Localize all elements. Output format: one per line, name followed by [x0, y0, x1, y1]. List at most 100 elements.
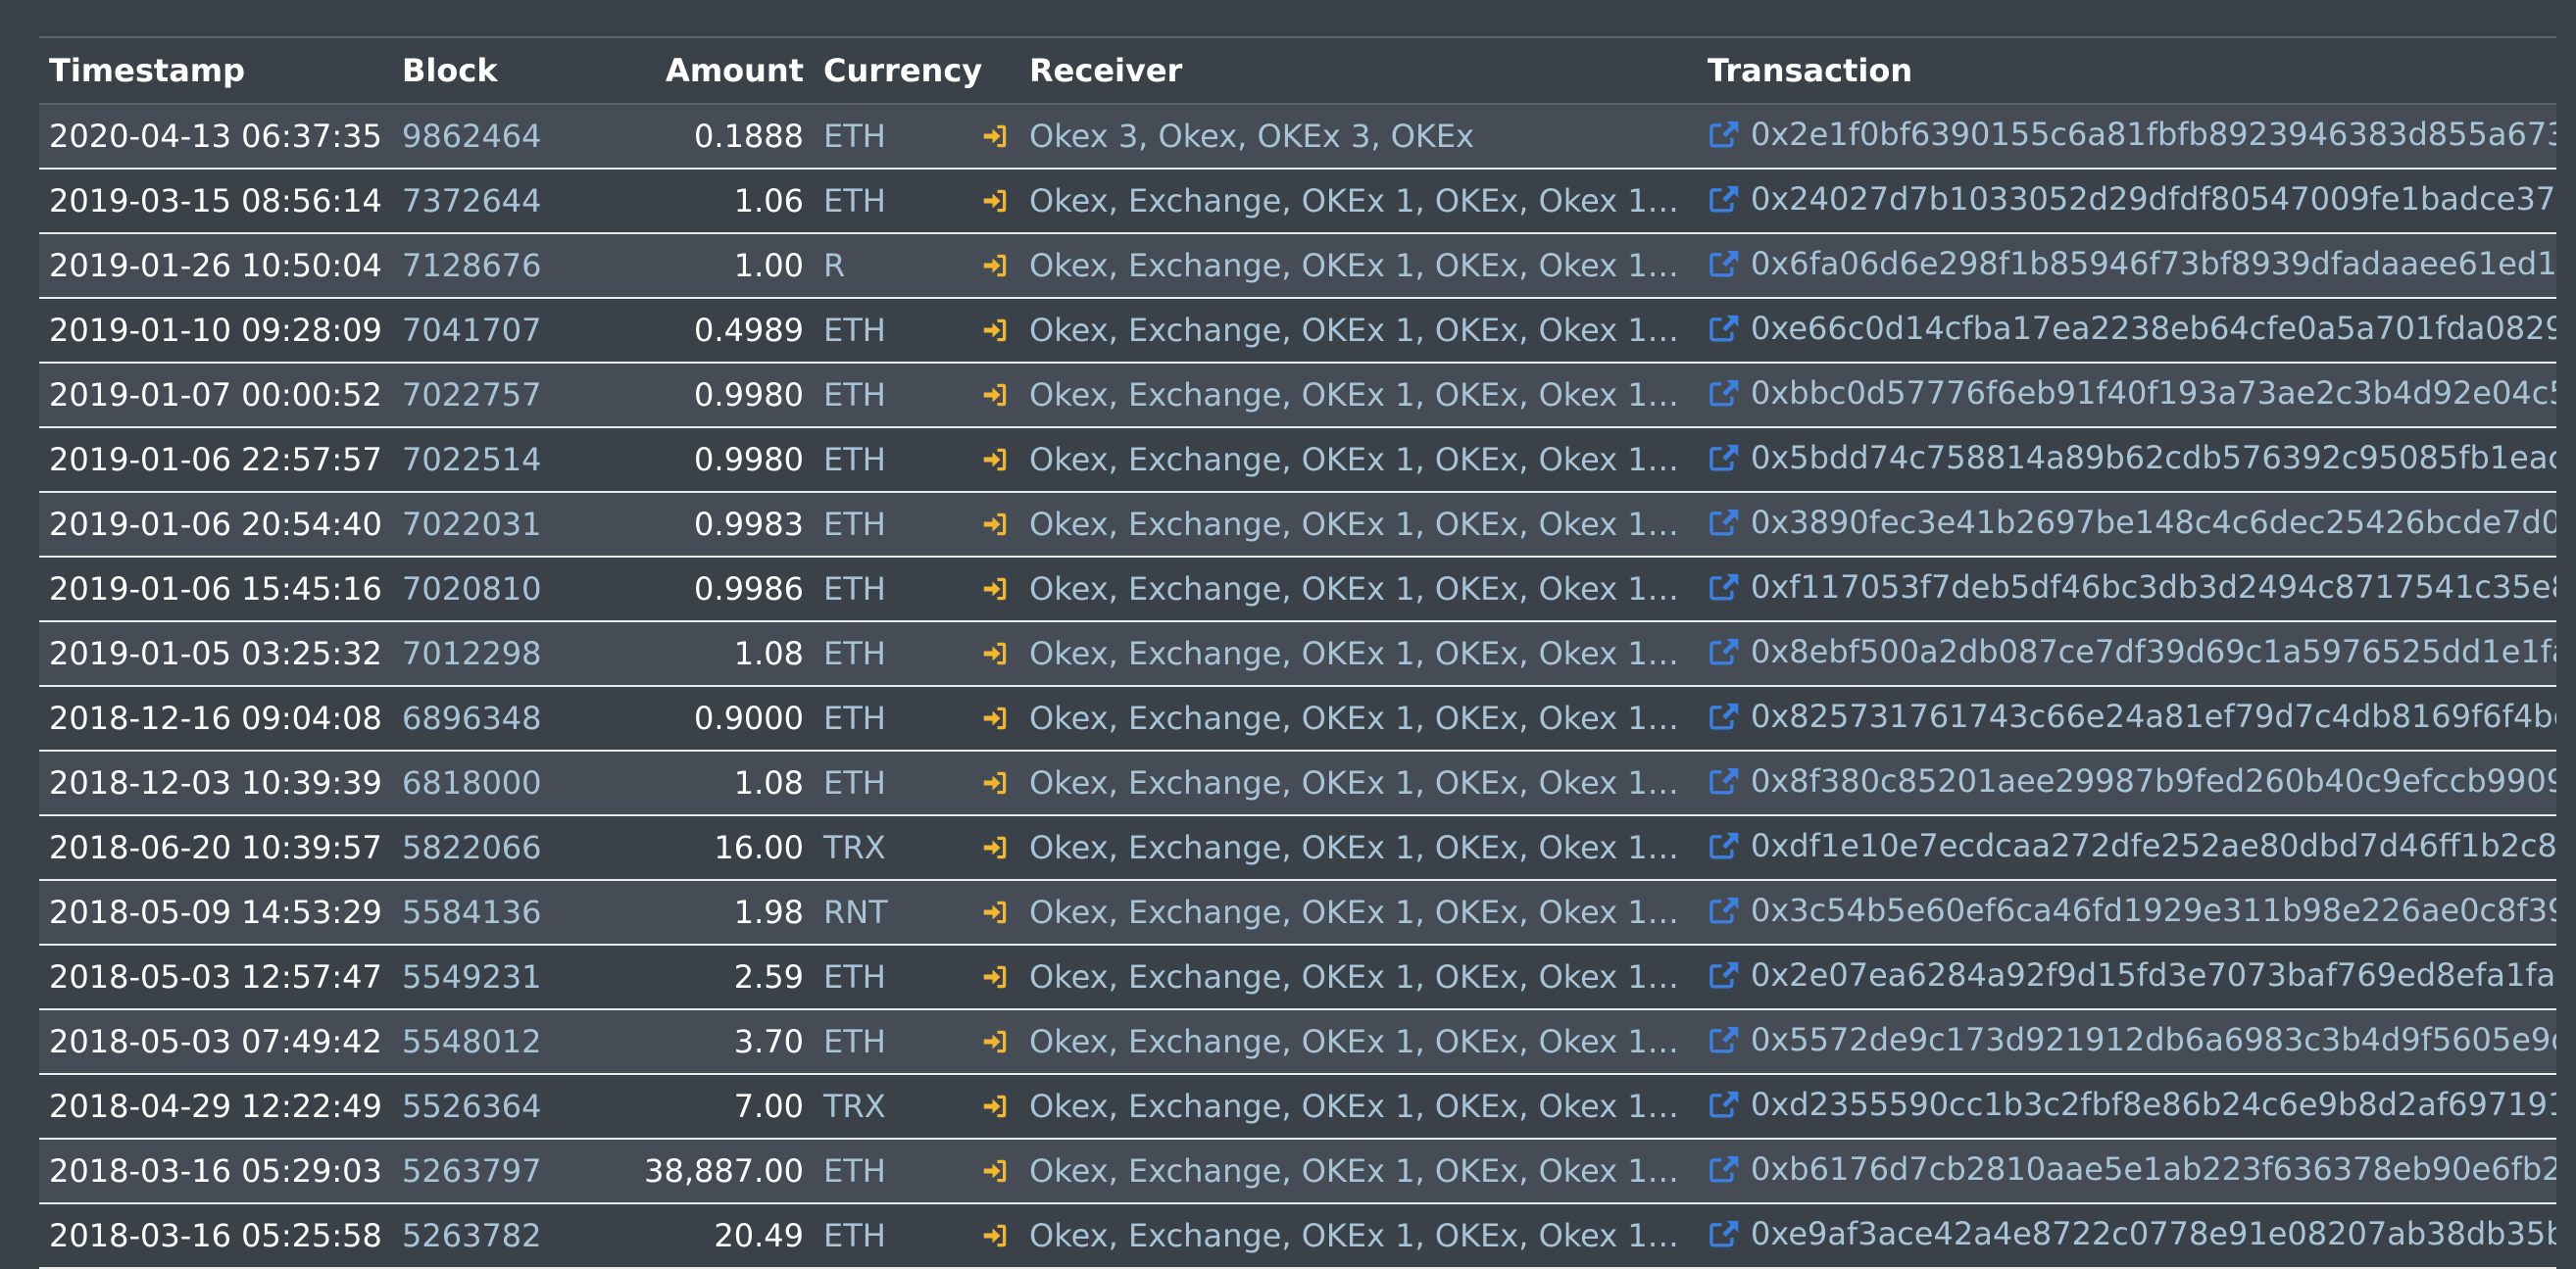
external-link-icon-wrap[interactable]	[1708, 959, 1741, 991]
block-link[interactable]: 5526364	[402, 1088, 542, 1125]
currency-cell[interactable]: ETH	[814, 1009, 970, 1075]
receiver-cell[interactable]: Okex, Exchange, OKEx 1, OKEx, Okex 1, De…	[1019, 557, 1698, 622]
transaction-cell[interactable]: 0x3c54b5e60ef6ca46fd1929e311b98e226ae0c8…	[1698, 880, 2556, 946]
currency-cell[interactable]: ETH	[814, 492, 970, 558]
column-header-amount[interactable]: Amount	[598, 36, 814, 105]
column-header-currency[interactable]: Currency	[814, 36, 982, 105]
transaction-hash[interactable]: 0x6fa06d6e298f1b85946f73bf8939dfadaaee61…	[1751, 245, 2556, 282]
currency-cell[interactable]: ETH	[814, 1203, 970, 1269]
receiver-cell[interactable]: Okex 3, Okex, OKEx 3, OKEx	[1019, 104, 1698, 170]
transaction-cell[interactable]: 0xe66c0d14cfba17ea2238eb64cfe0a5a701fda0…	[1698, 298, 2556, 364]
transaction-hash[interactable]: 0xe9af3ace42a4e8722c0778e91e08207ab38db3…	[1751, 1215, 2556, 1252]
external-link-icon-wrap[interactable]	[1708, 830, 1741, 861]
currency-cell[interactable]: ETH	[814, 1139, 970, 1204]
receiver-cell[interactable]: Okex, Exchange, OKEx 1, OKEx, Okex 1, De…	[1019, 1139, 1698, 1204]
receiver-cell[interactable]: Okex, Exchange, OKEx 1, OKEx, Okex 1, De…	[1019, 686, 1698, 752]
external-link-icon-wrap[interactable]	[1708, 1024, 1741, 1055]
block-link[interactable]: 5263797	[402, 1152, 542, 1190]
block-link[interactable]: 7128676	[402, 247, 542, 284]
block-link[interactable]: 5263782	[402, 1217, 542, 1254]
currency-cell[interactable]: TRX	[814, 1074, 970, 1140]
receiver-cell[interactable]: Okex, Exchange, OKEx 1, OKEx, Okex 1, De…	[1019, 945, 1698, 1010]
external-link-icon-wrap[interactable]	[1708, 507, 1741, 538]
block-link[interactable]: 6818000	[402, 764, 542, 802]
receiver-cell[interactable]: Okex, Exchange, OKEx 1, OKEx, Okex 1, De…	[1019, 880, 1698, 946]
receiver-cell[interactable]: Okex, Exchange, OKEx 1, OKEx, Okex 1, De…	[1019, 233, 1698, 299]
transaction-hash[interactable]: 0x8f380c85201aee29987b9fed260b40c9efccb9…	[1751, 762, 2556, 800]
column-header-receiver[interactable]: Receiver	[1019, 36, 1698, 105]
transaction-hash[interactable]: 0x5572de9c173d921912db6a6983c3b4d9f5605e…	[1751, 1021, 2556, 1058]
block-link[interactable]: 5584136	[402, 894, 542, 931]
external-link-icon-wrap[interactable]	[1708, 895, 1741, 926]
transaction-hash[interactable]: 0x3c54b5e60ef6ca46fd1929e311b98e226ae0c8…	[1751, 892, 2556, 929]
column-header-transaction[interactable]: Transaction	[1698, 36, 2556, 105]
transaction-cell[interactable]: 0x6fa06d6e298f1b85946f73bf8939dfadaaee61…	[1698, 233, 2556, 299]
currency-cell[interactable]: ETH	[814, 621, 970, 687]
external-link-icon-wrap[interactable]	[1708, 1089, 1741, 1120]
column-header-block[interactable]: Block	[392, 36, 598, 105]
block-link[interactable]: 6896348	[402, 700, 542, 737]
transaction-hash[interactable]: 0xbbc0d57776f6eb91f40f193a73ae2c3b4d92e0…	[1751, 374, 2556, 412]
block-link[interactable]: 7041707	[402, 312, 542, 349]
currency-cell[interactable]: ETH	[814, 104, 970, 170]
external-link-icon-wrap[interactable]	[1708, 377, 1741, 409]
transaction-cell[interactable]: 0xd2355590cc1b3c2fbf8e86b24c6e9b8d2af697…	[1698, 1074, 2556, 1140]
receiver-cell[interactable]: Okex, Exchange, OKEx 1, OKEx, Okex 1, De…	[1019, 363, 1698, 428]
external-link-icon-wrap[interactable]	[1708, 571, 1741, 603]
receiver-cell[interactable]: Okex, Exchange, OKEx 1, OKEx, Okex 1, De…	[1019, 298, 1698, 364]
external-link-icon-wrap[interactable]	[1708, 248, 1741, 279]
transaction-hash[interactable]: 0x2e07ea6284a92f9d15fd3e7073baf769ed8efa…	[1751, 956, 2556, 994]
receiver-cell[interactable]: Okex, Exchange, OKEx 1, OKEx, Okex 1, De…	[1019, 751, 1698, 816]
currency-cell[interactable]: ETH	[814, 363, 970, 428]
transaction-cell[interactable]: 0x8ebf500a2db087ce7df39d69c1a5976525dd1e…	[1698, 621, 2556, 687]
external-link-icon-wrap[interactable]	[1708, 119, 1741, 150]
currency-cell[interactable]: ETH	[814, 686, 970, 752]
receiver-cell[interactable]: Okex, Exchange, OKEx 1, OKEx, Okex 1, De…	[1019, 1074, 1698, 1140]
block-link[interactable]: 9862464	[402, 118, 542, 155]
currency-cell[interactable]: ETH	[814, 557, 970, 622]
transaction-cell[interactable]: 0x3890fec3e41b2697be148c4c6dec25426bcde7…	[1698, 492, 2556, 558]
transaction-cell[interactable]: 0xe9af3ace42a4e8722c0778e91e08207ab38db3…	[1698, 1203, 2556, 1269]
transaction-hash[interactable]: 0x3890fec3e41b2697be148c4c6dec25426bcde7…	[1751, 504, 2556, 541]
transaction-cell[interactable]: 0x2e1f0bf6390155c6a81fbfb8923946383d855a…	[1698, 104, 2556, 170]
transaction-cell[interactable]: 0x2e07ea6284a92f9d15fd3e7073baf769ed8efa…	[1698, 945, 2556, 1010]
transaction-hash[interactable]: 0xf117053f7deb5df46bc3db3d2494c8717541c3…	[1751, 568, 2556, 606]
transaction-cell[interactable]: 0x8f380c85201aee29987b9fed260b40c9efccb9…	[1698, 751, 2556, 816]
external-link-icon-wrap[interactable]	[1708, 636, 1741, 667]
transaction-cell[interactable]: 0xbbc0d57776f6eb91f40f193a73ae2c3b4d92e0…	[1698, 363, 2556, 428]
receiver-cell[interactable]: Okex, Exchange, OKEx 1, OKEx, Okex 1, De…	[1019, 427, 1698, 493]
transaction-hash[interactable]: 0xd2355590cc1b3c2fbf8e86b24c6e9b8d2af697…	[1751, 1086, 2556, 1123]
transaction-hash[interactable]: 0x24027d7b1033052d29dfdf80547009fe1badce…	[1751, 180, 2556, 218]
external-link-icon-wrap[interactable]	[1708, 1153, 1741, 1185]
receiver-cell[interactable]: Okex, Exchange, OKEx 1, OKEx, Okex 1, De…	[1019, 815, 1698, 881]
block-link[interactable]: 5548012	[402, 1023, 542, 1060]
currency-cell[interactable]: ETH	[814, 427, 970, 493]
transaction-cell[interactable]: 0xdf1e10e7ecdcaa272dfe252ae80dbd7d46ff1b…	[1698, 815, 2556, 881]
currency-cell[interactable]: ETH	[814, 298, 970, 364]
currency-cell[interactable]: TRX	[814, 815, 970, 881]
receiver-cell[interactable]: Okex, Exchange, OKEx 1, OKEx, Okex 1, De…	[1019, 169, 1698, 234]
block-link[interactable]: 7022757	[402, 376, 542, 414]
transaction-hash[interactable]: 0xb6176d7cb2810aae5e1ab223f636378eb90e6f…	[1751, 1150, 2556, 1188]
external-link-icon-wrap[interactable]	[1708, 183, 1741, 215]
transaction-cell[interactable]: 0x825731761743c66e24a81ef79d7c4db8169f6f…	[1698, 686, 2556, 752]
receiver-cell[interactable]: Okex, Exchange, OKEx 1, OKEx, Okex 1, De…	[1019, 1203, 1698, 1269]
receiver-cell[interactable]: Okex, Exchange, OKEx 1, OKEx, Okex 1, De…	[1019, 492, 1698, 558]
receiver-cell[interactable]: Okex, Exchange, OKEx 1, OKEx, Okex 1, De…	[1019, 1009, 1698, 1075]
block-link[interactable]: 5549231	[402, 958, 542, 996]
transaction-cell[interactable]: 0x5572de9c173d921912db6a6983c3b4d9f5605e…	[1698, 1009, 2556, 1075]
currency-cell[interactable]: ETH	[814, 945, 970, 1010]
block-link[interactable]: 7372644	[402, 182, 542, 220]
block-link[interactable]: 7012298	[402, 635, 542, 672]
currency-cell[interactable]: R	[814, 233, 970, 299]
block-link[interactable]: 5822066	[402, 829, 542, 866]
transaction-cell[interactable]: 0xf117053f7deb5df46bc3db3d2494c8717541c3…	[1698, 557, 2556, 622]
block-link[interactable]: 7022031	[402, 506, 542, 543]
external-link-icon-wrap[interactable]	[1708, 442, 1741, 473]
column-header-timestamp[interactable]: Timestamp	[39, 36, 392, 105]
transaction-cell[interactable]: 0xb6176d7cb2810aae5e1ab223f636378eb90e6f…	[1698, 1139, 2556, 1204]
transaction-hash[interactable]: 0xdf1e10e7ecdcaa272dfe252ae80dbd7d46ff1b…	[1751, 827, 2556, 864]
transaction-hash[interactable]: 0x825731761743c66e24a81ef79d7c4db8169f6f…	[1751, 698, 2556, 735]
transaction-cell[interactable]: 0x5bdd74c758814a89b62cdb576392c95085fb1e…	[1698, 427, 2556, 493]
currency-cell[interactable]: RNT	[814, 880, 970, 946]
